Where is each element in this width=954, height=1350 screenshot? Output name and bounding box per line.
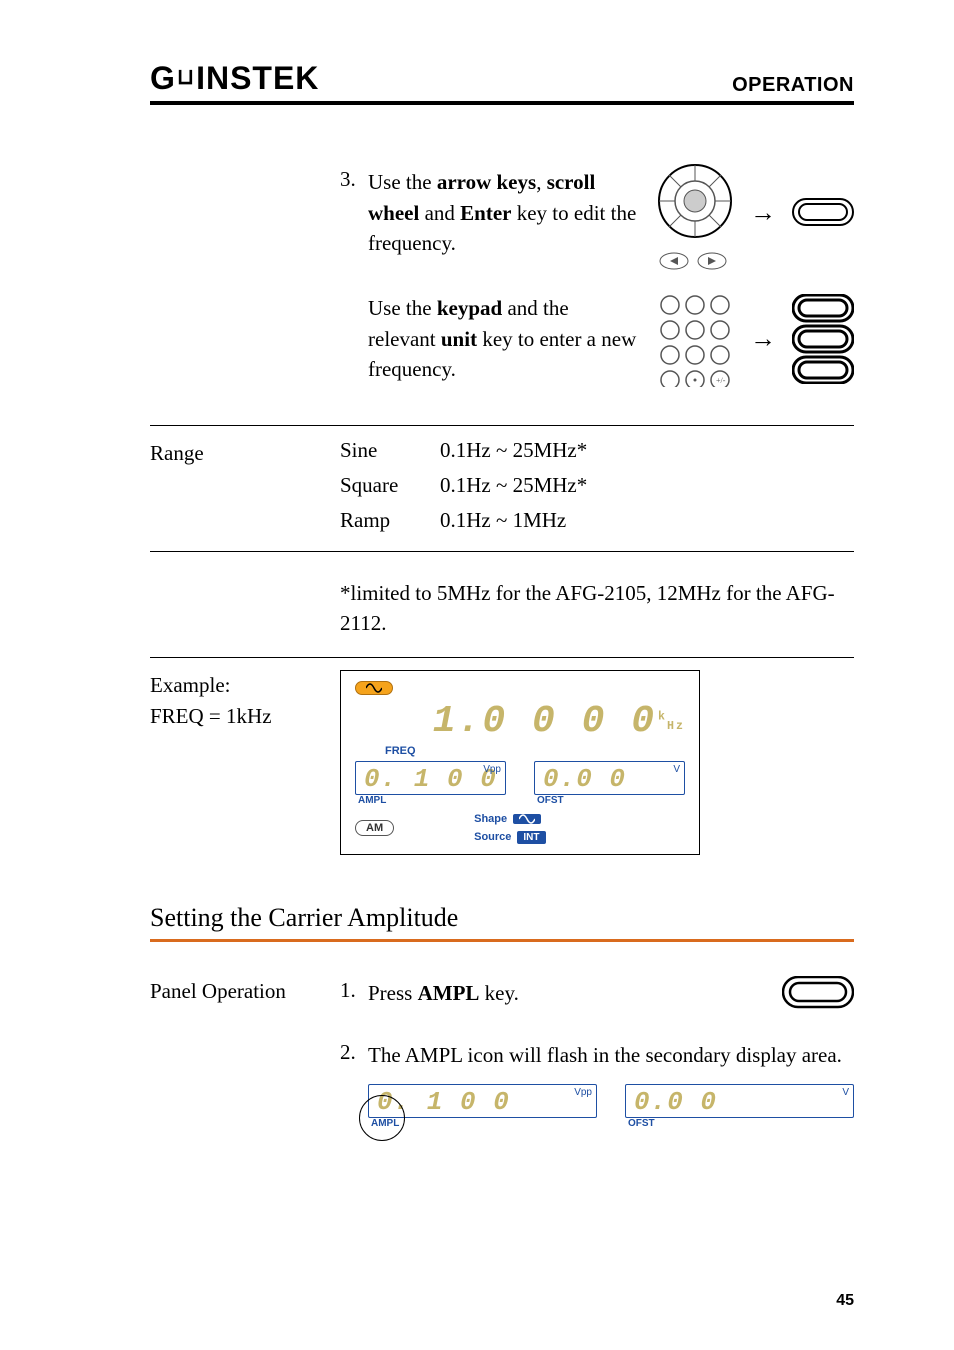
- shape-indicator: Shape: [474, 813, 545, 825]
- range-val: 0.1Hz ~ 1MHz: [440, 508, 854, 533]
- panel-operation-label: Panel Operation: [150, 976, 340, 1118]
- step-number: 2.: [340, 1040, 368, 1065]
- arrow-right-icon: →: [750, 324, 776, 354]
- ofst-flash-readout: 0.0 0 V OFST: [625, 1084, 854, 1118]
- ampl-readout: 0. 1 0 0 Vpp AMPL: [355, 761, 506, 795]
- step-number: 1.: [340, 978, 368, 1003]
- ampl-key-icon: [782, 976, 854, 1010]
- enter-key-icon: [792, 198, 854, 228]
- range-val: 0.1Hz ~ 25MHz*: [440, 438, 854, 463]
- range-wave: Sine: [340, 438, 440, 463]
- brand-logo: G⊔INSTEK: [150, 60, 319, 97]
- range-val: 0.1Hz ~ 25MHz*: [440, 473, 854, 498]
- example-label-2: FREQ = 1kHz: [150, 701, 340, 733]
- keypad-icon: +/-: [656, 291, 734, 387]
- example-display: 1.0 0 0 0kHz FREQ 0. 1 0 0 Vpp AMPL 0.0 …: [340, 670, 700, 855]
- range-wave: Ramp: [340, 508, 440, 533]
- svg-text:+/-: +/-: [716, 376, 726, 385]
- subsection-heading: Setting the Carrier Amplitude: [150, 903, 854, 933]
- step1-text: Press AMPL key.: [368, 978, 519, 1008]
- range-wave: Square: [340, 473, 440, 498]
- ampl-flash-readout: 0. 1 0 0 Vpp AMPL: [368, 1084, 597, 1118]
- scroll-wheel-icon: [656, 155, 734, 271]
- arrow-right-icon: →: [750, 198, 776, 228]
- range-table: Sine 0.1Hz ~ 25MHz* Square 0.1Hz ~ 25MHz…: [340, 438, 854, 533]
- freq-readout: 1.0 0 0 0kHz: [355, 700, 685, 743]
- am-indicator: AM: [355, 820, 394, 836]
- sine-wave-icon: [355, 681, 393, 695]
- freq-label: FREQ: [385, 745, 685, 757]
- step-keypad-text: Use the keypad and the relevant unit key…: [368, 293, 638, 384]
- example-label-1: Example:: [150, 670, 340, 702]
- step2-text: The AMPL icon will flash in the secondar…: [368, 1040, 842, 1070]
- page-number: 45: [836, 1292, 854, 1310]
- range-label: Range: [150, 438, 340, 533]
- unit-keys-icon: [792, 294, 854, 384]
- step-number: 3.: [340, 167, 368, 192]
- ofst-readout: 0.0 0 V OFST: [534, 761, 685, 795]
- section-title: OPERATION: [732, 74, 854, 97]
- step3-text: Use the arrow keys, scroll wheel and Ent…: [368, 167, 638, 258]
- arrow-keys-icon: [656, 251, 734, 271]
- source-indicator: Source INT: [474, 831, 545, 844]
- range-footnote: *limited to 5MHz for the AFG-2105, 12MHz…: [340, 578, 854, 639]
